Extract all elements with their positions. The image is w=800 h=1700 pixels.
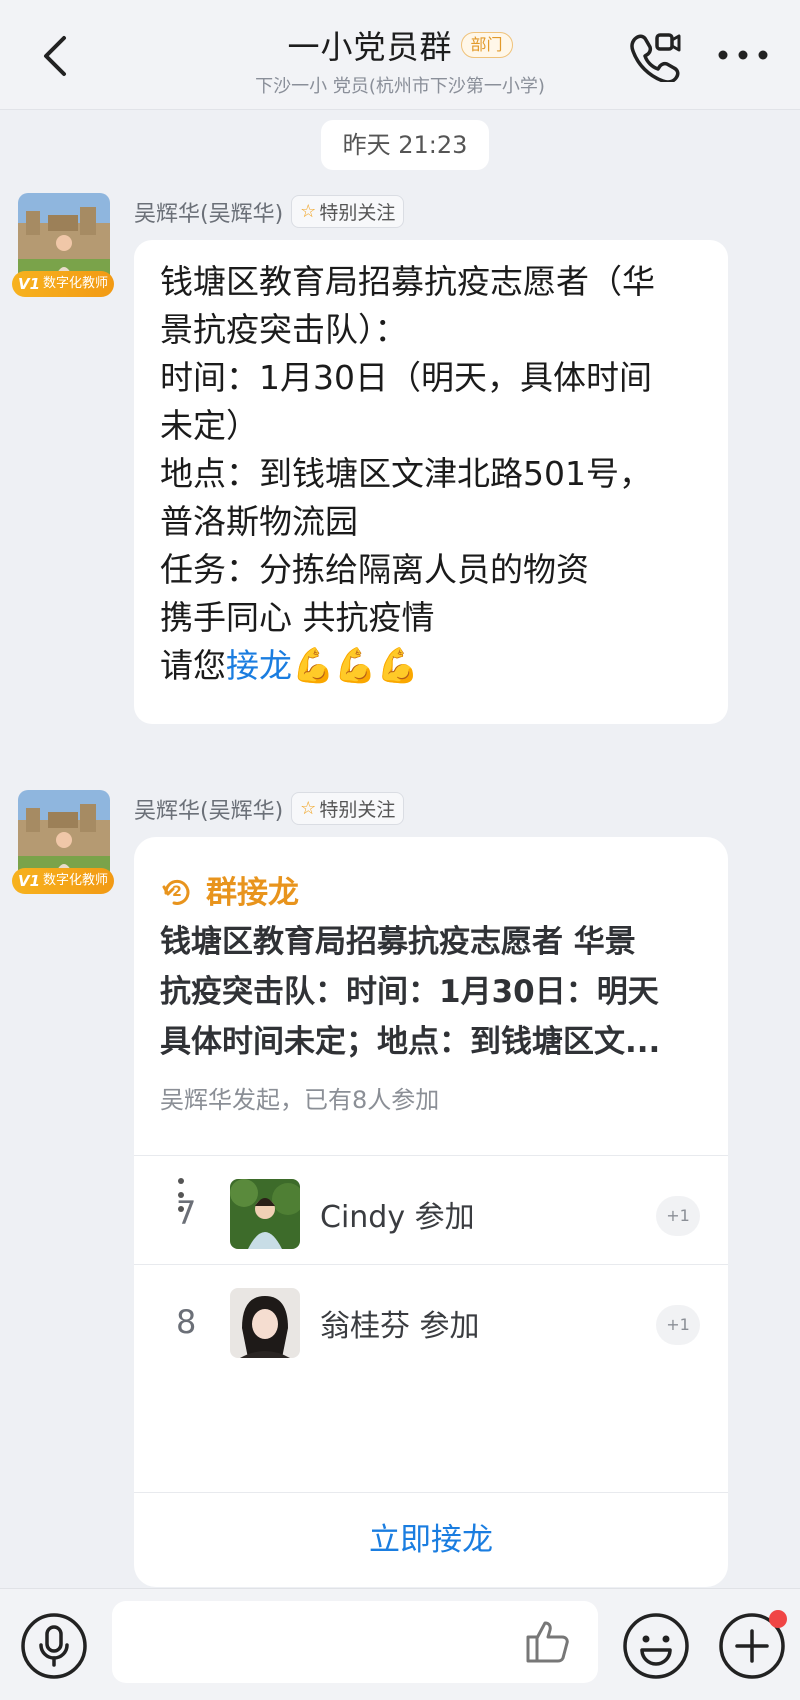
special-follow-badge: ☆ 特别关注 xyxy=(291,195,405,228)
group-relay-card[interactable]: 2 群接龙 钱塘区教育局招募抗疫志愿者 华景 抗疫突击队：时间：1月30日：明天… xyxy=(134,837,728,1587)
group-title: 一小党员群 xyxy=(287,28,453,66)
plus-one-button[interactable]: +1 xyxy=(656,1196,700,1236)
message-line: 未定） xyxy=(160,406,259,445)
participant-number: 8 xyxy=(176,1303,197,1341)
level-label: V1 xyxy=(18,872,41,890)
star-icon: ☆ xyxy=(300,798,317,819)
level-title: 数字化教师 xyxy=(43,276,109,291)
follow-label: 特别关注 xyxy=(319,799,396,821)
message-text: 请您 xyxy=(160,646,226,685)
relay-header: 2 群接龙 xyxy=(160,867,299,912)
plus-one-button[interactable]: +1 xyxy=(656,1305,700,1345)
message-line: 携手同心 共抗疫情 xyxy=(160,598,435,637)
relay-link[interactable]: 接龙 xyxy=(226,646,292,685)
participant-avatar xyxy=(230,1179,300,1249)
avatar-level-tag: V1 数字化教师 xyxy=(12,271,114,297)
sender-name[interactable]: 吴辉华(吴辉华) xyxy=(134,196,283,228)
participant-avatar xyxy=(230,1288,300,1358)
department-badge: 部门 xyxy=(460,32,513,58)
sender-name[interactable]: 吴辉华(吴辉华) xyxy=(134,793,283,825)
participant-number: 7 xyxy=(176,1194,197,1232)
phone-video-icon xyxy=(630,33,681,84)
relay-label: 群接龙 xyxy=(206,875,299,911)
participant-name: Cindy 参加 xyxy=(320,1200,475,1235)
message-line: 普洛斯物流园 xyxy=(160,502,358,541)
text-message-bubble[interactable]: 钱塘区教育局招募抗疫志愿者（华 景抗疫突击队）： 时间：1月30日（明天，具体时… xyxy=(134,240,728,724)
svg-text:2: 2 xyxy=(172,884,182,900)
flexed-biceps-icon: 💪💪💪 xyxy=(292,646,420,686)
sender-row: 吴辉华(吴辉华) ☆ 特别关注 xyxy=(134,195,405,228)
chat-header: 一小党员群 部门 下沙一小 党员(杭州市下沙第一小学) xyxy=(0,0,800,110)
relay-title: 钱塘区教育局招募抗疫志愿者 华景 抗疫突击队：时间：1月30日：明天 具体时间未… xyxy=(160,917,708,1067)
microphone-icon xyxy=(21,1613,87,1679)
message-line: 地点：到钱塘区文津北路501号， xyxy=(160,454,652,493)
relay-title-line: 抗疫突击队：时间：1月30日：明天 xyxy=(160,974,659,1010)
more-horizontal-icon xyxy=(718,50,768,60)
message-line: 时间：1月30日（明天，具体时间 xyxy=(160,358,652,397)
input-bar xyxy=(0,1588,800,1700)
participant-name: 翁桂芬 参加 xyxy=(320,1309,480,1344)
message-line: 请您接龙💪💪💪 xyxy=(160,642,702,690)
relay-participant-row: 7 Cindy 参加 +1 xyxy=(134,1155,728,1274)
avatar-level-tag: V1 数字化教师 xyxy=(12,868,114,894)
relay-title-line: 具体时间未定；地点：到钱塘区文... xyxy=(160,1024,661,1060)
message-line: 景抗疫突击队）： xyxy=(160,310,408,349)
relay-participant-row: 8 翁桂芬 参加 +1 xyxy=(134,1264,728,1383)
follow-label: 特别关注 xyxy=(319,202,396,224)
relay-title-line: 钱塘区教育局招募抗疫志愿者 华景 xyxy=(160,924,636,960)
message-line: 任务：分拣给隔离人员的物资 xyxy=(160,550,589,589)
emoji-button[interactable] xyxy=(622,1612,690,1680)
special-follow-badge: ☆ 特别关注 xyxy=(291,792,405,825)
more-button[interactable] xyxy=(714,38,772,72)
call-button[interactable] xyxy=(626,28,682,84)
level-title: 数字化教师 xyxy=(43,873,109,888)
smiley-icon xyxy=(623,1613,689,1679)
sender-row: 吴辉华(吴辉华) ☆ 特别关注 xyxy=(134,792,405,825)
relay-meta: 吴辉华发起，已有8人参加 xyxy=(160,1086,440,1114)
thumbs-up-icon xyxy=(526,1621,569,1663)
join-relay-button[interactable]: 立即接龙 xyxy=(134,1492,728,1587)
level-label: V1 xyxy=(18,275,41,293)
message-timestamp: 昨天 21:23 xyxy=(321,120,489,170)
notification-dot xyxy=(769,1610,787,1628)
message-line: 钱塘区教育局招募抗疫志愿者（华 xyxy=(160,262,655,301)
star-icon: ☆ xyxy=(300,201,317,222)
relay-icon: 2 xyxy=(162,879,190,905)
voice-button[interactable] xyxy=(20,1612,88,1680)
thumbs-up-button[interactable] xyxy=(524,1616,574,1666)
